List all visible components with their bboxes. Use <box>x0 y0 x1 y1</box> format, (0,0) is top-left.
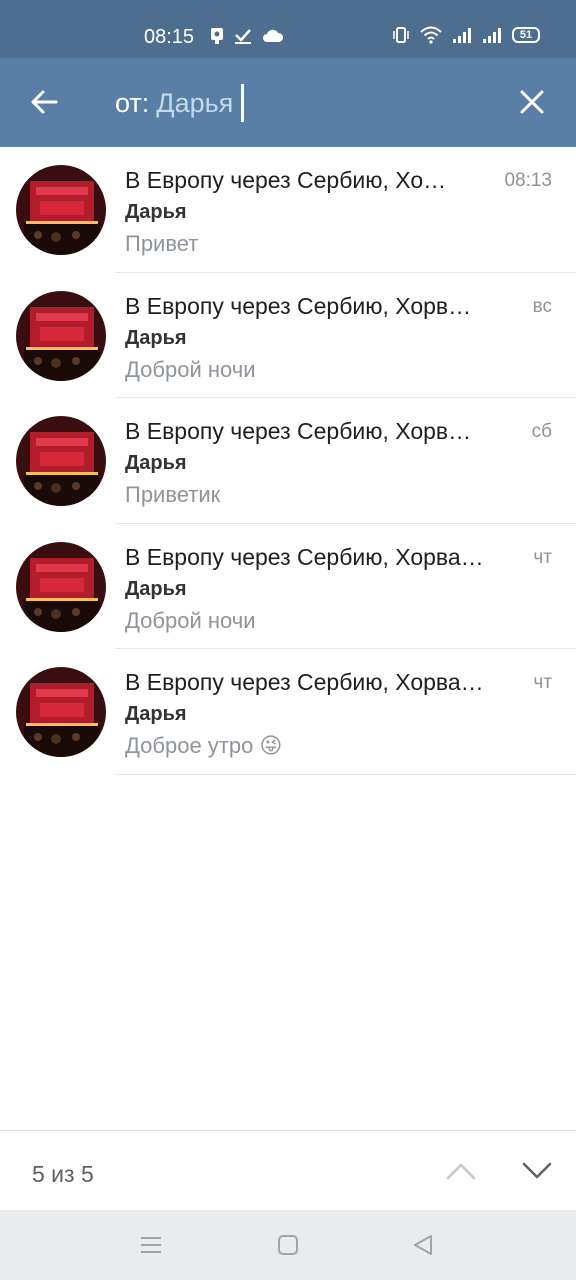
search-app-bar: от: Дарья <box>0 58 576 147</box>
message-time: сб <box>531 421 552 442</box>
message-sender: Дарья <box>125 201 187 223</box>
status-bar: 08:15 51 <box>0 0 576 58</box>
text-cursor <box>241 84 245 122</box>
search-result-row[interactable]: В Европу через Сербию, Хо… 08:13 Дарья П… <box>0 147 576 273</box>
clear-search-button[interactable] <box>512 82 552 122</box>
status-time: 08:15 <box>144 26 195 48</box>
message-time: 08:13 <box>504 170 552 191</box>
chat-avatar <box>16 416 106 506</box>
search-result-row[interactable]: В Европу через Сербию, Хорва… чт Дарья Д… <box>0 524 576 649</box>
next-result-button[interactable] <box>516 1153 558 1189</box>
chat-avatar <box>16 165 106 255</box>
search-navigation-bar: 5 из 5 <box>0 1130 576 1210</box>
vibrate-icon <box>393 27 409 43</box>
chat-title: В Европу через Сербию, Хорва… <box>125 669 484 695</box>
search-result-row[interactable]: В Европу через Сербию, Хорв… сб Дарья Пр… <box>0 398 576 524</box>
menu-icon <box>141 1237 161 1253</box>
recent-apps-button[interactable] <box>136 1232 166 1258</box>
system-back-button[interactable] <box>408 1232 438 1258</box>
chat-title: В Европу через Сербию, Хо… <box>125 167 447 193</box>
message-sender: Дарья <box>125 326 187 349</box>
message-preview: Доброй ночи <box>125 606 256 636</box>
chevron-down-icon <box>522 1162 552 1179</box>
wifi-icon <box>420 26 442 44</box>
message-sender: Дарья <box>125 703 187 725</box>
winking-tongue-emoji-icon: 😜 <box>259 733 283 758</box>
divider <box>115 773 576 775</box>
triangle-back-icon <box>414 1235 432 1255</box>
message-sender: Дарья <box>125 452 187 474</box>
result-counter: 5 из 5 <box>32 1161 94 1187</box>
message-text: Доброй ночи <box>125 607 256 633</box>
message-time: чт <box>533 672 552 693</box>
message-time: чт <box>533 546 552 568</box>
back-button[interactable] <box>24 82 64 122</box>
message-text: Доброй ночи <box>125 356 256 382</box>
camera-icon <box>211 28 223 44</box>
signal-icon <box>483 28 501 43</box>
system-navigation-bar <box>0 1210 576 1280</box>
message-preview: Приветик <box>125 480 220 510</box>
chat-avatar <box>16 667 106 757</box>
search-result-row[interactable]: В Европу через Сербию, Хорва… чт Дарья Д… <box>0 649 576 775</box>
check-icon <box>235 29 251 44</box>
cloud-icon <box>263 29 284 42</box>
chat-avatar <box>16 541 106 632</box>
search-filter-prefix: от: <box>115 87 150 118</box>
chat-title: В Европу через Сербию, Хорв… <box>125 418 472 444</box>
message-preview: Привет <box>125 229 198 259</box>
message-time: вс <box>532 295 552 317</box>
chat-avatar <box>16 290 106 381</box>
message-text: Приветик <box>125 482 221 507</box>
close-icon <box>520 90 544 114</box>
message-preview: Доброй ночи <box>125 355 256 385</box>
search-input[interactable]: от: Дарья <box>115 84 245 122</box>
previous-result-button[interactable] <box>440 1153 482 1189</box>
message-preview: Доброе утро 😜 <box>125 731 282 761</box>
search-filter-value: Дарья <box>156 87 234 118</box>
home-button[interactable] <box>273 1232 303 1258</box>
signal-icon <box>453 28 471 43</box>
message-text: Привет <box>125 231 199 256</box>
square-icon <box>278 1235 298 1255</box>
battery-indicator: 51 <box>512 27 540 43</box>
message-text: Доброе утро <box>125 733 254 758</box>
chat-title: В Европу через Сербию, Хорв… <box>125 292 472 319</box>
arrow-left-icon <box>31 90 58 114</box>
message-sender: Дарья <box>125 577 187 600</box>
search-results-list: В Европу через Сербию, Хо… 08:13 Дарья П… <box>0 147 576 775</box>
search-result-row[interactable]: В Европу через Сербию, Хорв… вс Дарья До… <box>0 273 576 398</box>
chevron-up-icon <box>446 1163 476 1180</box>
chat-title: В Европу через Сербию, Хорва… <box>125 543 484 570</box>
